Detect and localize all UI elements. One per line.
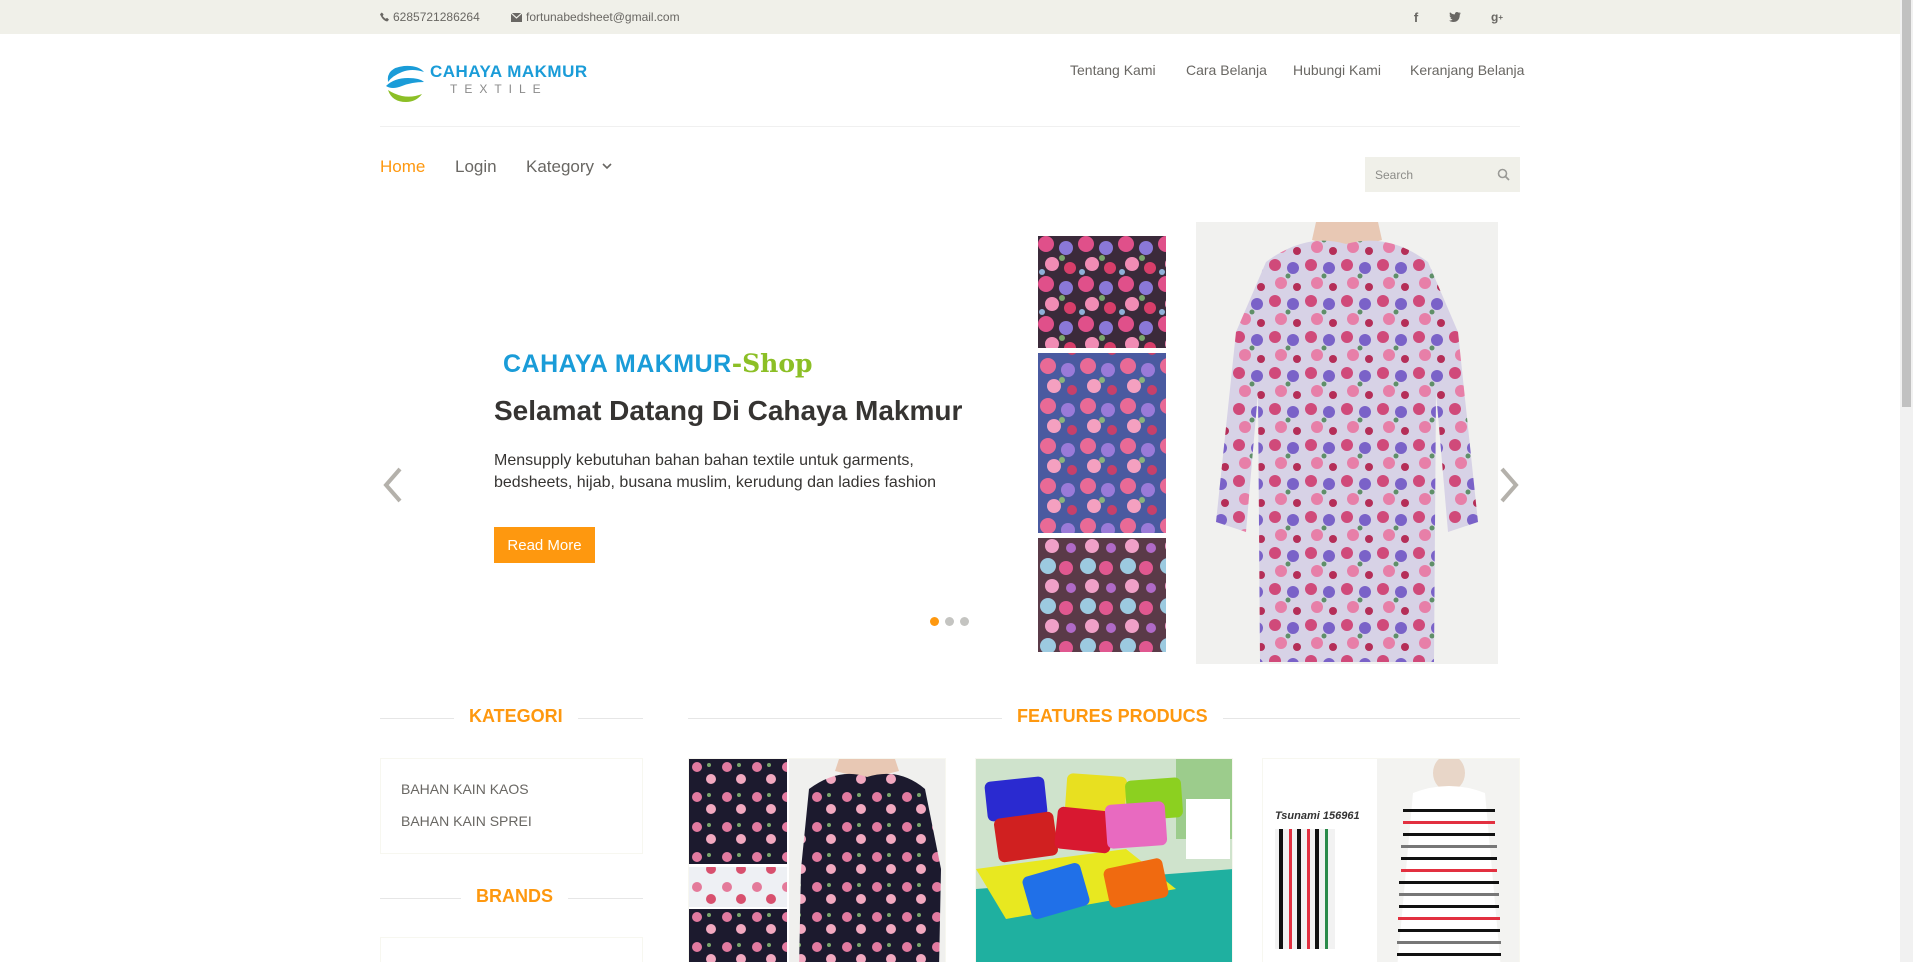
nav-hubungi-kami[interactable]: Hubungi Kami bbox=[1293, 62, 1381, 82]
model-blouse-image bbox=[1196, 222, 1498, 664]
brands-panel bbox=[380, 937, 643, 962]
logo-name: CAHAYA MAKMUR bbox=[430, 62, 588, 81]
nav-tentang-kami[interactable]: Tentang Kami bbox=[1070, 62, 1156, 82]
nav-keranjang-belanja[interactable]: Keranjang Belanja bbox=[1410, 62, 1524, 82]
product-image-1 bbox=[689, 759, 945, 962]
logo-subtitle: TEXTILE bbox=[450, 82, 548, 96]
product-image-2 bbox=[976, 759, 1232, 962]
facebook-icon[interactable]: f bbox=[1404, 0, 1428, 34]
slider-next-arrow[interactable] bbox=[1498, 465, 1528, 509]
read-more-button[interactable]: Read More bbox=[494, 527, 595, 563]
nav-kategory-label: Kategory bbox=[526, 157, 595, 176]
envelope-icon bbox=[511, 12, 522, 22]
slide-heading: Selamat Datang Di Cahaya Makmur bbox=[494, 395, 963, 426]
brands-title: BRANDS bbox=[461, 886, 569, 907]
category-item-bahan-kain-kaos[interactable]: BAHAN KAIN KAOS bbox=[401, 781, 529, 797]
search-box bbox=[1365, 157, 1520, 192]
site-logo[interactable]: CAHAYA MAKMUR TEXTILE bbox=[380, 58, 587, 106]
chevron-down-icon bbox=[602, 163, 612, 170]
email-address: fortunabedsheet@gmail.com bbox=[526, 10, 680, 24]
nav-login[interactable]: Login bbox=[455, 157, 497, 177]
slide-brand-title: CAHAYA MAKMUR-Shop bbox=[503, 349, 813, 379]
phone-number: 6285721286264 bbox=[393, 10, 480, 24]
product-3-label: Tsunami 156961 bbox=[1275, 810, 1360, 822]
slider-prev-arrow[interactable] bbox=[380, 465, 410, 509]
slider-dot-3[interactable] bbox=[960, 617, 969, 626]
slider-dot-1[interactable] bbox=[930, 617, 939, 626]
chevron-right-icon bbox=[1500, 467, 1519, 503]
search-icon[interactable] bbox=[1497, 168, 1510, 181]
nav-home[interactable]: Home bbox=[380, 157, 425, 177]
header-divider bbox=[380, 126, 1520, 127]
fabric-swatch-image bbox=[1038, 236, 1166, 652]
product-image-3: Tsunami 156961 bbox=[1263, 759, 1519, 962]
slide-brand-suffix: -Shop bbox=[731, 349, 813, 378]
nav-cara-belanja[interactable]: Cara Belanja bbox=[1186, 62, 1267, 82]
slide-brand-main: CAHAYA MAKMUR bbox=[503, 350, 732, 378]
top-bar: 6285721286264 fortunabedsheet@gmail.com … bbox=[0, 0, 1900, 34]
product-card-1[interactable] bbox=[688, 758, 946, 962]
vertical-scrollbar[interactable] bbox=[1900, 0, 1913, 962]
logo-swoosh-icon bbox=[386, 65, 424, 102]
twitter-icon[interactable] bbox=[1443, 0, 1467, 34]
email-contact[interactable]: fortunabedsheet@gmail.com bbox=[511, 0, 680, 34]
search-input[interactable] bbox=[1365, 157, 1490, 192]
slider-dot-2[interactable] bbox=[945, 617, 954, 626]
category-item-bahan-kain-sprei[interactable]: BAHAN KAIN SPREI bbox=[401, 813, 532, 829]
slide-description: Mensupply kebutuhan bahan bahan textile … bbox=[494, 452, 937, 491]
product-card-3[interactable]: Tsunami 156961 bbox=[1262, 758, 1520, 962]
kategori-title: KATEGORI bbox=[454, 706, 578, 727]
phone-icon bbox=[380, 12, 389, 22]
features-title: FEATURES PRODUCS bbox=[1002, 706, 1223, 727]
product-card-2[interactable] bbox=[975, 758, 1233, 962]
google-plus-icon[interactable]: g + bbox=[1485, 0, 1509, 34]
chevron-left-icon bbox=[383, 467, 402, 503]
phone-contact: 6285721286264 bbox=[380, 0, 480, 34]
scrollbar-thumb[interactable] bbox=[1902, 0, 1911, 407]
nav-kategory-dropdown[interactable]: Kategory bbox=[526, 157, 612, 177]
category-panel: BAHAN KAIN KAOS BAHAN KAIN SPREI bbox=[380, 758, 643, 854]
